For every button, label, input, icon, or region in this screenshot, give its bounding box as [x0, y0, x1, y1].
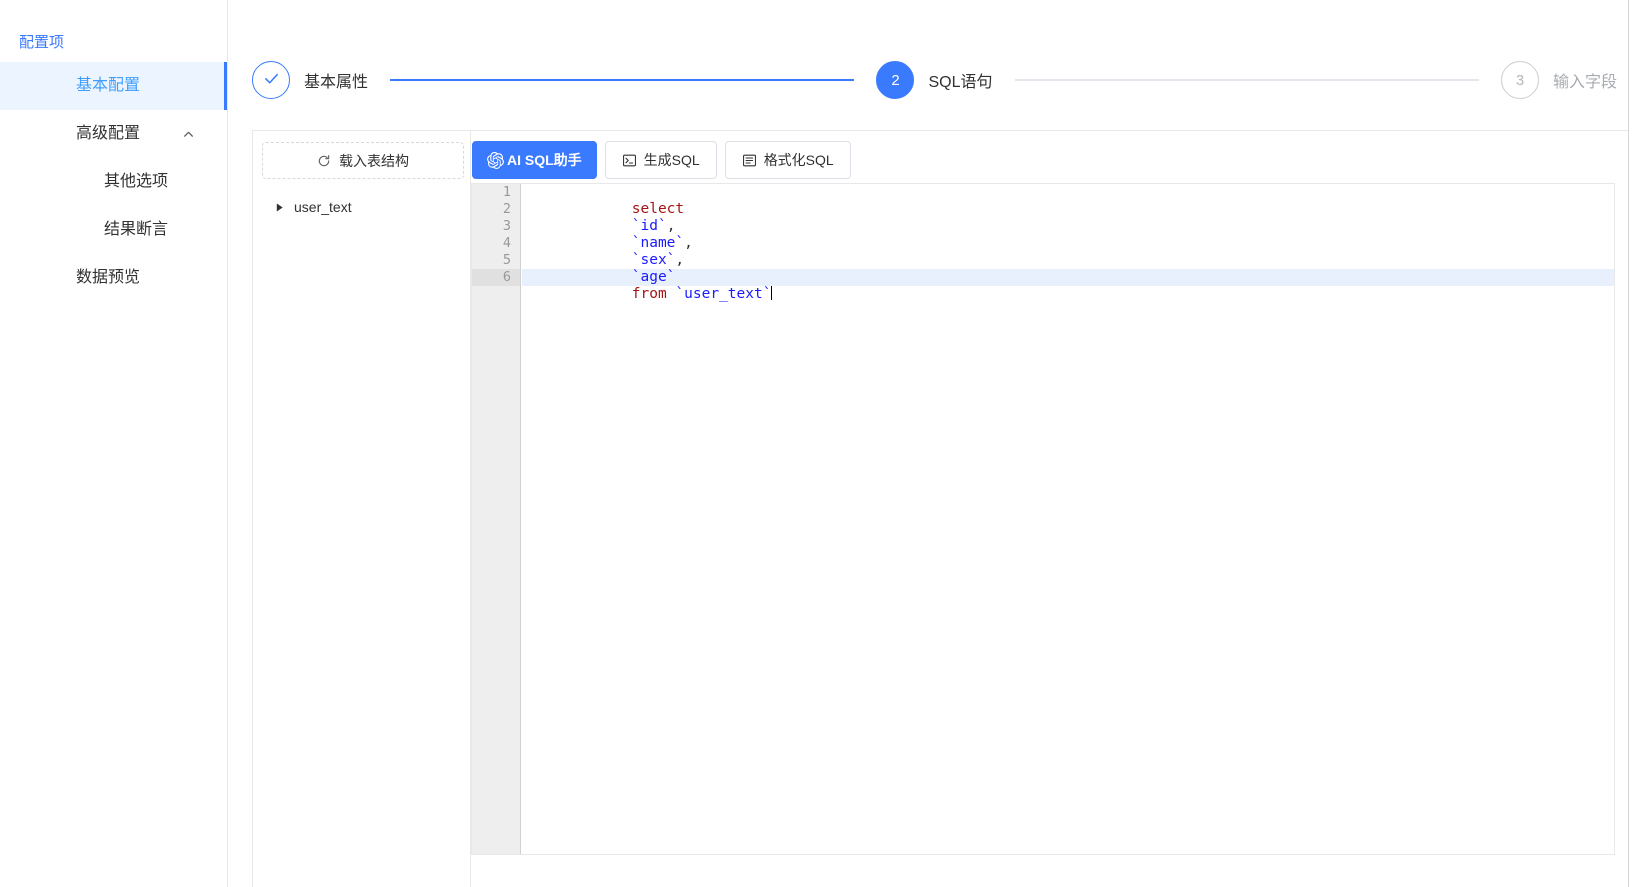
step-connector-filled	[390, 79, 855, 81]
table-tree: user_text	[253, 193, 471, 221]
sql-identifier: `name`	[631, 235, 685, 251]
sql-punct: ,	[684, 235, 693, 251]
generate-sql-button[interactable]: 生成SQL	[604, 141, 717, 179]
sidebar: 配置项 基本配置 高级配置 其他选项 结果断言 数据预览	[0, 0, 228, 887]
sql-identifier: `age`	[631, 269, 676, 285]
text-cursor	[771, 286, 773, 300]
format-sql-label: 格式化SQL	[763, 152, 834, 168]
step-circle-todo: 3	[1500, 61, 1539, 99]
sql-identifier: `id`	[631, 218, 667, 234]
sql-punct: ,	[666, 218, 676, 234]
stepper: 基本属性 2 SQL语句 3 输入字段	[252, 52, 1617, 108]
format-sql-button[interactable]: 格式化SQL	[724, 141, 851, 179]
sql-identifier: `user_text`	[675, 286, 772, 302]
code-line-active: from `user_text`	[522, 269, 1614, 302]
editor-toolbar: AI SQL助手 生成SQL 格式化SQL	[472, 141, 851, 179]
sidebar-item-label: 数据预览	[76, 269, 141, 286]
tree-item-user-text[interactable]: user_text	[253, 193, 471, 221]
code-line: select	[522, 184, 1614, 217]
line-number: 2	[502, 201, 511, 217]
code-line: `id`,	[522, 201, 1614, 234]
sidebar-item-data-preview[interactable]: 数据预览	[0, 254, 227, 302]
openai-swirl-icon	[487, 151, 504, 169]
sql-punct: ,	[675, 252, 685, 268]
sql-keyword: select	[631, 201, 685, 217]
load-table-structure-label: 载入表结构	[339, 152, 409, 169]
sidebar-item-result-assertion[interactable]: 结果断言	[0, 206, 227, 254]
format-list-icon	[742, 153, 757, 168]
step-label: SQL语句	[928, 74, 993, 91]
sidebar-nav: 基本配置 高级配置 其他选项 结果断言 数据预览	[0, 62, 227, 302]
step-label: 基本属性	[304, 74, 369, 91]
line-number: 5	[502, 252, 511, 268]
generate-sql-label: 生成SQL	[643, 152, 700, 168]
editor-area: AI SQL助手 生成SQL 格式化SQL 1 2 3 4 5 6 select…	[471, 131, 1630, 887]
sql-identifier: `sex`	[631, 252, 676, 268]
step-circle-done	[252, 61, 290, 99]
line-number-active: 6	[472, 269, 520, 286]
chevron-up-icon	[182, 110, 195, 158]
sidebar-item-label: 其他选项	[104, 173, 169, 190]
code-line: `age`	[522, 252, 1614, 285]
console-icon	[622, 153, 637, 168]
step-label: 输入字段	[1552, 74, 1617, 91]
page-scroll-rail[interactable]	[1628, 0, 1629, 887]
line-number: 1	[502, 184, 511, 200]
step-circle-active: 2	[876, 61, 915, 99]
sql-keyword: from	[631, 286, 667, 302]
app-root: 配置项 基本配置 高级配置 其他选项 结果断言 数据预览 基本属性 2 SQL语…	[0, 0, 1647, 887]
ai-sql-assistant-button[interactable]: AI SQL助手	[472, 141, 597, 179]
line-number-gutter: 1 2 3 4 5 6	[472, 184, 521, 854]
step-input-fields[interactable]: 3 输入字段	[1500, 61, 1617, 99]
refresh-icon	[317, 154, 331, 168]
code-line: `name`,	[522, 218, 1614, 251]
code-lines[interactable]: select `id`, `name`, `sex`, `age` from `…	[522, 184, 1614, 854]
table-structure-panel: 载入表结构 user_text	[253, 131, 471, 887]
caret-right-icon[interactable]	[267, 202, 291, 212]
sidebar-item-basic-config[interactable]: 基本配置	[0, 62, 227, 110]
sidebar-item-other-options[interactable]: 其他选项	[0, 158, 227, 206]
content-panel: 载入表结构 user_text AI SQL助手 生成SQL 格式化SQL 1 …	[252, 130, 1629, 887]
sidebar-item-advanced-config[interactable]: 高级配置	[0, 110, 227, 158]
sidebar-item-label: 结果断言	[104, 221, 169, 238]
load-table-structure-button[interactable]: 载入表结构	[262, 142, 464, 179]
step-basic-attributes[interactable]: 基本属性	[252, 61, 368, 99]
step-connector-empty	[1014, 79, 1479, 81]
sql-code-editor[interactable]: 1 2 3 4 5 6 select `id`, `name`, `sex`, …	[471, 183, 1615, 855]
check-icon	[263, 70, 280, 91]
line-number: 4	[502, 235, 511, 251]
line-number: 3	[502, 218, 511, 234]
step-sql-statement[interactable]: 2 SQL语句	[876, 61, 993, 99]
tree-item-label: user_text	[294, 199, 352, 215]
breadcrumb[interactable]: 配置项	[19, 33, 64, 53]
ai-sql-assistant-label: AI SQL助手	[507, 152, 582, 168]
sidebar-item-label: 基本配置	[76, 77, 141, 94]
